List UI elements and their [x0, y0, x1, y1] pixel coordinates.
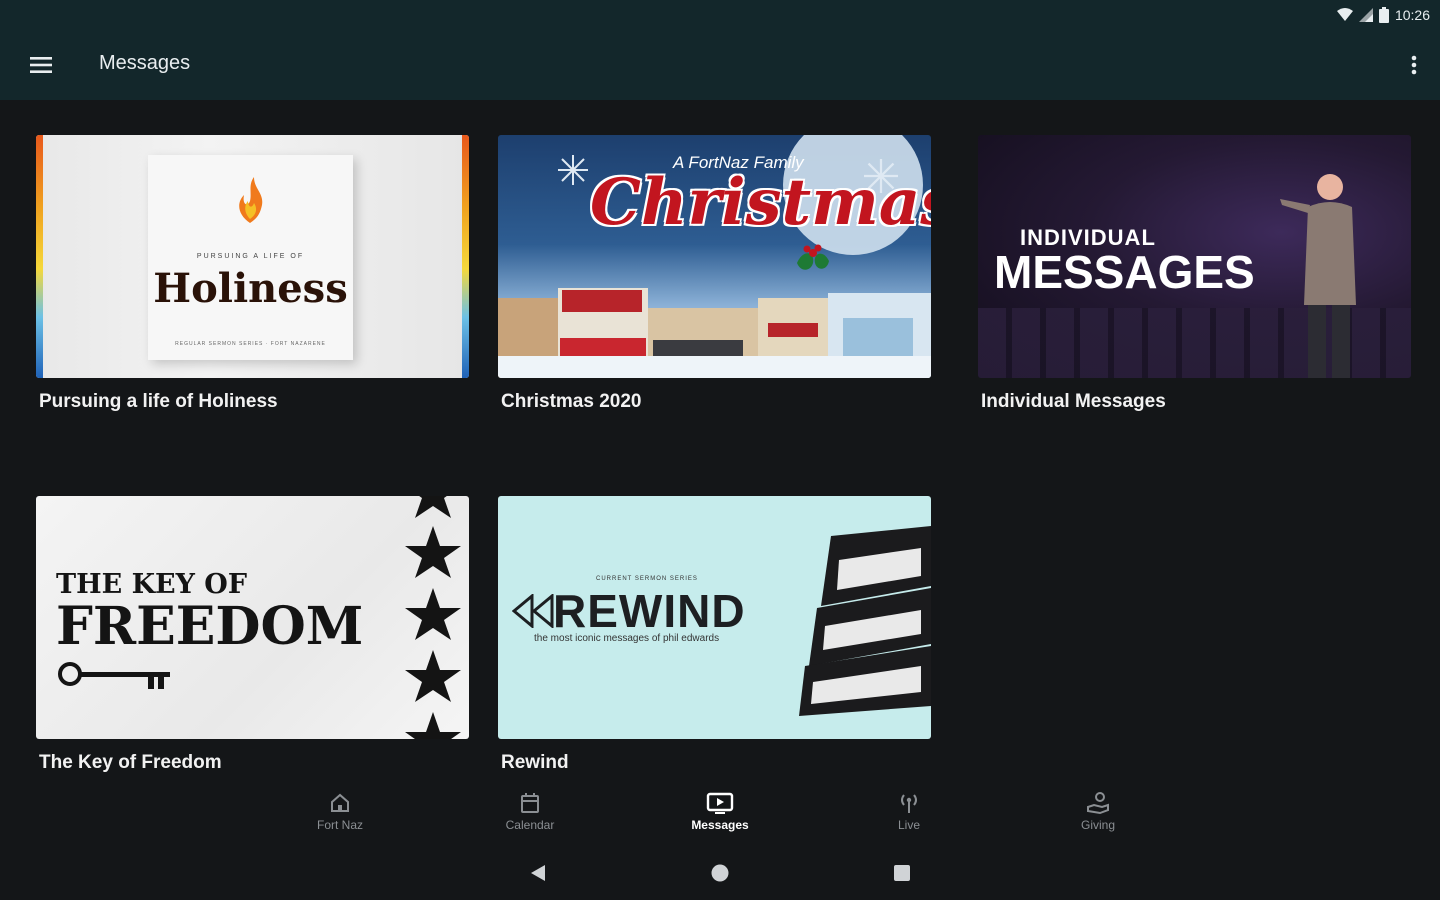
hamburger-menu-button[interactable] [20, 44, 62, 86]
tv-icon [706, 792, 734, 814]
giving-hand-icon [1087, 792, 1109, 815]
nav-item-live[interactable]: Live [859, 790, 959, 832]
series-title: Rewind [501, 752, 569, 773]
series-title: Christmas 2020 [501, 391, 642, 412]
back-triangle-icon [531, 865, 545, 881]
recents-square-icon [894, 865, 910, 881]
home-icon [331, 793, 349, 812]
system-recents-button[interactable] [890, 861, 914, 885]
vhs-tapes-illustration [799, 526, 931, 716]
nav-label: Live [897, 818, 920, 832]
status-bar: 10:26 [0, 0, 1440, 30]
status-time: 10:26 [1394, 7, 1430, 23]
rewind-icon [512, 594, 554, 628]
nav-label: Messages [691, 818, 749, 832]
series-thumbnail-christmas[interactable]: A FortNaz Family Christmas [498, 135, 931, 378]
hamburger-icon [30, 57, 52, 73]
home-circle-icon [711, 864, 729, 882]
snow-ground [498, 356, 931, 378]
bottom-navigation: Fort Naz Calendar Messages Live Giving [0, 780, 1440, 840]
key-icon [58, 662, 170, 689]
dove-flame-icon [239, 177, 263, 223]
christmas-art-title: Christmas [590, 165, 931, 240]
more-vert-icon [1411, 55, 1417, 75]
app-root: 10:26 Messages PURSUING A LIFE OF Holine… [0, 0, 1440, 900]
rainbow-edge-right [462, 135, 469, 378]
nav-item-messages[interactable]: Messages [670, 790, 770, 832]
page-title: Messages [99, 52, 191, 74]
series-card-christmas[interactable]: A FortNaz Family Christmas Christmas 202… [498, 135, 931, 413]
system-home-button[interactable] [708, 861, 732, 885]
app-toolbar: Messages [0, 30, 1440, 100]
holiness-art-title: Holiness [153, 265, 348, 312]
series-thumbnail-individual-messages[interactable]: INDIVIDUAL MESSAGES [978, 135, 1411, 378]
calendar-icon [521, 793, 539, 813]
series-thumbnail-holiness[interactable]: PURSUING A LIFE OF Holiness REGULAR SERM… [36, 135, 469, 378]
series-card-individual-messages[interactable]: INDIVIDUAL MESSAGES Individual Messages [978, 135, 1411, 413]
battery-icon [1378, 7, 1389, 23]
series-title: Individual Messages [981, 391, 1166, 412]
holiness-art-subtitle: REGULAR SERMON SERIES · FORT NAZARENE [175, 341, 326, 347]
nav-label: Calendar [505, 818, 555, 832]
series-title: Pursuing a life of Holiness [39, 391, 278, 412]
individual-art-title: MESSAGES [994, 246, 1255, 298]
series-card-holiness[interactable]: PURSUING A LIFE OF Holiness REGULAR SERM… [36, 135, 469, 413]
system-back-button[interactable] [526, 861, 550, 885]
freedom-art-title: FREEDOM [56, 596, 364, 657]
live-broadcast-icon [901, 794, 917, 813]
holiness-book-art: PURSUING A LIFE OF Holiness REGULAR SERM… [148, 155, 353, 360]
wifi-icon [1336, 8, 1353, 22]
holly-icon [797, 244, 829, 270]
series-title: The Key of Freedom [39, 752, 222, 773]
overflow-menu-button[interactable] [1402, 44, 1426, 86]
rewind-art-title: REWIND [553, 585, 746, 637]
holiness-art-pretitle: PURSUING A LIFE OF [196, 253, 305, 260]
rewind-art-kicker: CURRENT SERMON SERIES [596, 576, 698, 582]
system-navigation-bar [0, 845, 1440, 900]
cell-signal-icon [1358, 8, 1373, 22]
snowflake-icon [558, 155, 588, 185]
nav-label: Giving [1080, 818, 1115, 832]
nav-item-fort-naz[interactable]: Fort Naz [290, 790, 390, 832]
series-thumbnail-rewind[interactable]: CURRENT SERMON SERIES REWIND the most ic… [498, 496, 931, 739]
nav-item-giving[interactable]: Giving [1048, 790, 1148, 832]
nav-item-calendar[interactable]: Calendar [480, 790, 580, 832]
series-thumbnail-key-of-freedom[interactable]: THE KEY OF FREEDOM [36, 496, 469, 739]
nav-label: Fort Naz [316, 818, 363, 832]
stars-column [405, 496, 461, 739]
rewind-art-tagline: the most iconic messages of phil edwards [534, 633, 720, 644]
series-card-rewind[interactable]: CURRENT SERMON SERIES REWIND the most ic… [498, 496, 931, 774]
series-card-key-of-freedom[interactable]: THE KEY OF FREEDOM The Key of Freedom [36, 496, 469, 774]
speaker-figure [1280, 174, 1356, 378]
rainbow-edge-left [36, 135, 43, 378]
